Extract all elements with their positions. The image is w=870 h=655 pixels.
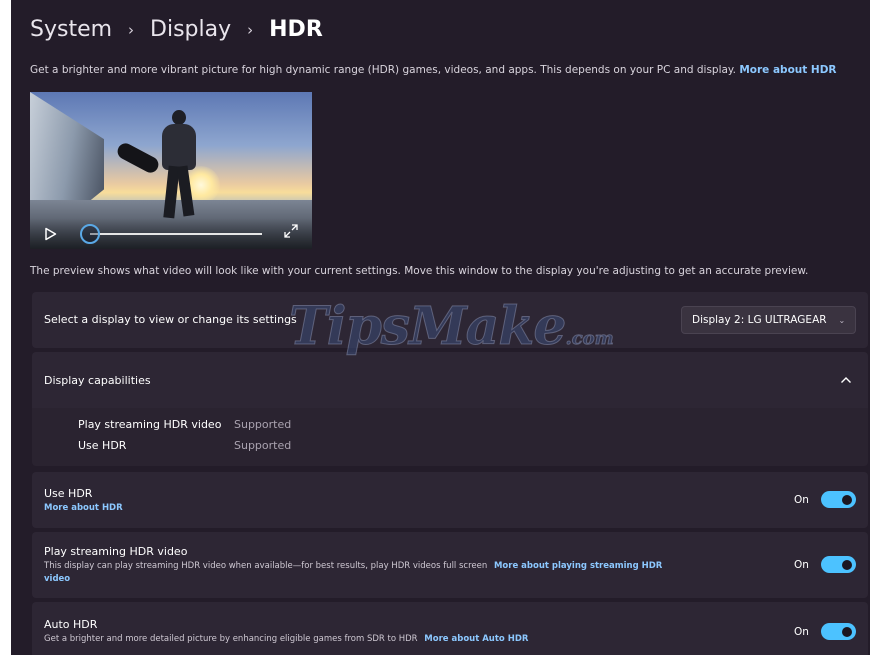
intro-description: Get a brighter and more vibrant picture … — [30, 64, 736, 76]
play-icon[interactable] — [44, 227, 57, 241]
chevron-down-icon: ⌄ — [838, 315, 846, 325]
display-select-card: Select a display to view or change its s… — [32, 292, 868, 348]
video-seek-track[interactable] — [90, 233, 262, 235]
video-person — [148, 110, 208, 219]
breadcrumb-separator: › — [247, 20, 254, 39]
streaming-hdr-more-link-continued[interactable]: video — [44, 574, 70, 584]
streaming-hdr-more-link[interactable]: More about playing streaming HDR — [494, 561, 662, 571]
streaming-hdr-toggle[interactable] — [821, 556, 856, 573]
display-select-label: Select a display to view or change its s… — [44, 313, 297, 326]
streaming-hdr-setting: Play streaming HDR video This display ca… — [32, 532, 868, 598]
display-capabilities-header[interactable]: Display capabilities — [32, 352, 868, 408]
display-dropdown[interactable]: Display 2: LG ULTRAGEAR ⌄ — [681, 306, 856, 334]
breadcrumb-separator: › — [128, 20, 135, 39]
display-capabilities-title: Display capabilities — [44, 374, 151, 387]
streaming-hdr-state-label: On — [794, 559, 809, 571]
capability-value: Supported — [234, 418, 292, 431]
breadcrumb-display[interactable]: Display — [150, 17, 231, 42]
intro-text: Get a brighter and more vibrant picture … — [30, 64, 837, 76]
capability-value: Supported — [234, 439, 292, 452]
auto-hdr-more-link[interactable]: More about Auto HDR — [424, 634, 528, 644]
auto-hdr-toggle[interactable] — [821, 623, 856, 640]
streaming-hdr-title: Play streaming HDR video — [44, 545, 188, 558]
auto-hdr-title: Auto HDR — [44, 618, 98, 631]
expand-icon[interactable] — [284, 224, 298, 238]
streaming-hdr-description: This display can play streaming HDR vide… — [44, 561, 662, 571]
auto-hdr-description-text: Get a brighter and more detailed picture… — [44, 634, 418, 644]
capability-label: Play streaming HDR video — [78, 418, 222, 431]
use-hdr-title: Use HDR — [44, 487, 93, 500]
auto-hdr-state-label: On — [794, 626, 809, 638]
more-about-hdr-link[interactable]: More about HDR — [739, 64, 836, 76]
video-seek-thumb[interactable] — [80, 224, 100, 244]
display-dropdown-value: Display 2: LG ULTRAGEAR — [692, 314, 827, 326]
preview-note: The preview shows what video will look l… — [30, 265, 809, 277]
capability-label: Use HDR — [78, 439, 127, 452]
settings-window: System › Display › HDR Get a brighter an… — [11, 0, 870, 655]
use-hdr-toggle[interactable] — [821, 491, 856, 508]
use-hdr-more-link[interactable]: More about HDR — [44, 503, 123, 513]
breadcrumb: System › Display › HDR — [30, 17, 323, 42]
use-hdr-setting: Use HDR More about HDR On — [32, 472, 868, 528]
use-hdr-state-label: On — [794, 494, 809, 506]
auto-hdr-description: Get a brighter and more detailed picture… — [44, 634, 528, 644]
streaming-hdr-description-text: This display can play streaming HDR vide… — [44, 561, 488, 571]
auto-hdr-setting: Auto HDR Get a brighter and more detaile… — [32, 602, 868, 655]
page-title: HDR — [269, 17, 323, 42]
chevron-up-icon[interactable] — [840, 376, 852, 384]
breadcrumb-system[interactable]: System — [30, 17, 112, 42]
display-capabilities-list: Play streaming HDR video Supported Use H… — [32, 408, 868, 466]
hdr-video-preview — [30, 92, 312, 249]
